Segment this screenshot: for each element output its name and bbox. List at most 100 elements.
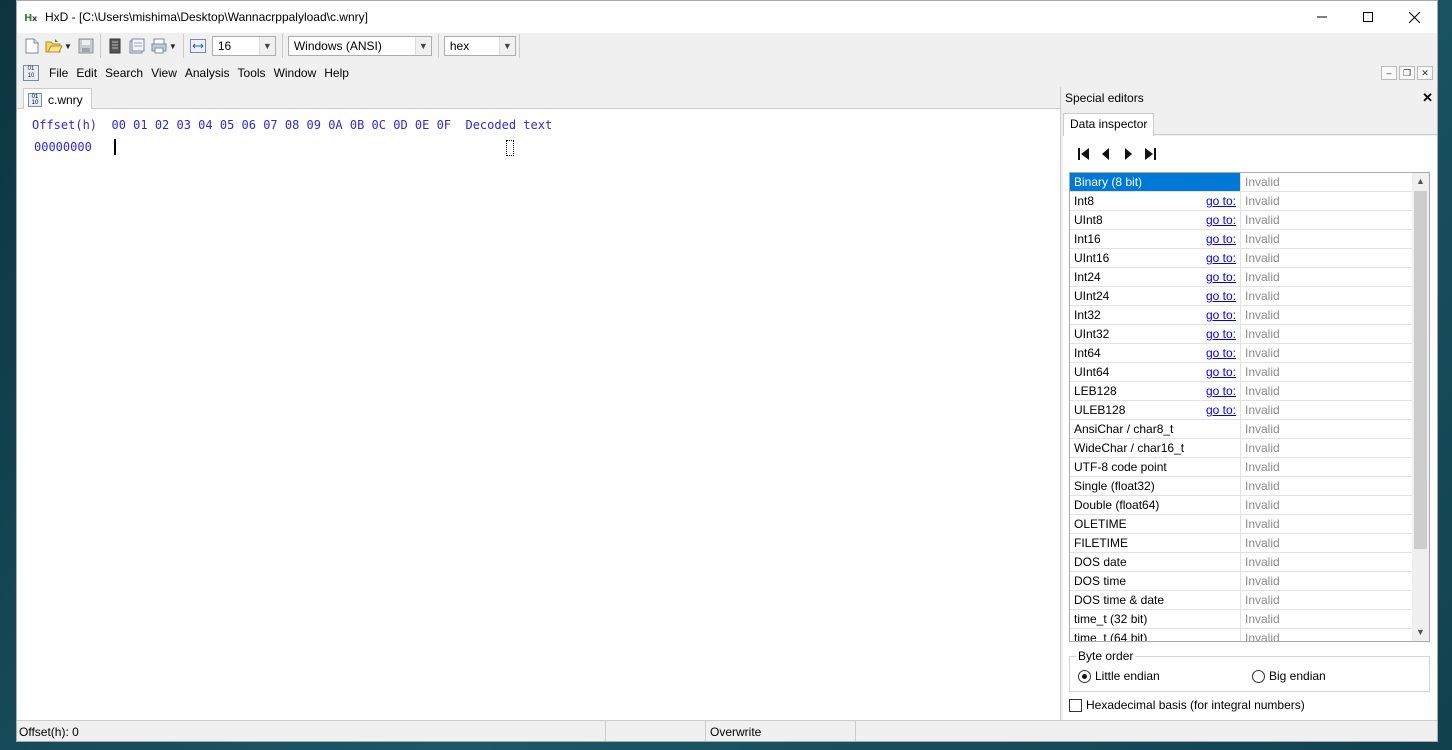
goto-link[interactable]: go to: <box>1206 401 1236 419</box>
inspector-row-value[interactable]: Invalid <box>1241 211 1412 229</box>
inspector-row[interactable]: UInt24 go to: Invalid <box>1070 287 1412 306</box>
open-dropdown-icon[interactable]: ▼ <box>64 42 72 51</box>
menu-search[interactable]: Search <box>101 62 147 84</box>
close-panel-button[interactable]: ✕ <box>1422 90 1433 106</box>
hex-basis-option[interactable]: Hexadecimal basis (for integral numbers) <box>1069 698 1305 712</box>
goto-link[interactable]: go to: <box>1206 249 1236 267</box>
chevron-down-icon[interactable]: ▼ <box>414 37 431 55</box>
menu-edit[interactable]: Edit <box>72 62 101 84</box>
menu-analysis[interactable]: Analysis <box>181 62 234 84</box>
mdi-minimize-button[interactable]: – <box>1381 66 1397 80</box>
scroll-thumb[interactable] <box>1414 191 1427 549</box>
menu-window[interactable]: Window <box>270 62 321 84</box>
inspector-row[interactable]: WideChar / char16_t Invalid <box>1070 439 1412 458</box>
offset-base-select[interactable]: hex ▼ <box>443 36 516 56</box>
big-endian-radio[interactable] <box>1252 669 1265 683</box>
inspector-row[interactable]: UInt64 go to: Invalid <box>1070 363 1412 382</box>
inspector-row-value[interactable]: Invalid <box>1241 553 1412 571</box>
inspector-row[interactable]: Int64 go to: Invalid <box>1070 344 1412 363</box>
chevron-down-icon[interactable]: ▼ <box>258 37 275 55</box>
goto-link[interactable]: go to: <box>1206 287 1236 305</box>
inspector-row-value[interactable]: Invalid <box>1241 306 1412 324</box>
inspector-row-value[interactable]: Invalid <box>1241 287 1412 305</box>
document-icon[interactable]: 01 10 <box>23 65 39 81</box>
inspector-row-value[interactable]: Invalid <box>1241 382 1412 400</box>
goto-link[interactable]: go to: <box>1206 382 1236 400</box>
inspector-scrollbar[interactable]: ▲ ▼ <box>1412 173 1429 641</box>
inspector-row-value[interactable]: Invalid <box>1241 325 1412 343</box>
mdi-restore-button[interactable]: ❐ <box>1399 66 1415 80</box>
inspector-row-value[interactable]: Invalid <box>1241 173 1412 191</box>
menu-help[interactable]: Help <box>320 62 353 84</box>
inspector-row[interactable]: Int24 go to: Invalid <box>1070 268 1412 287</box>
inspector-row-value[interactable]: Invalid <box>1241 534 1412 552</box>
inspector-row[interactable]: OLETIME Invalid <box>1070 515 1412 534</box>
inspector-row-value[interactable]: Invalid <box>1241 477 1412 495</box>
inspector-row[interactable]: time_t (64 bit) Invalid <box>1070 629 1412 641</box>
goto-link[interactable]: go to: <box>1206 325 1236 343</box>
previous-icon[interactable] <box>1095 146 1117 162</box>
scroll-up-icon[interactable]: ▲ <box>1412 173 1429 190</box>
inspector-row[interactable]: time_t (32 bit) Invalid <box>1070 610 1412 629</box>
inspector-row-value[interactable]: Invalid <box>1241 344 1412 362</box>
tab-c-wnry[interactable]: 01 10 c.wnry <box>23 88 92 110</box>
inspector-row[interactable]: LEB128 go to: Invalid <box>1070 382 1412 401</box>
hex-editor-view[interactable]: Offset(h) 00 01 02 03 04 05 06 07 08 09 … <box>17 109 1060 720</box>
inspector-row-value[interactable]: Invalid <box>1241 591 1412 609</box>
next-icon[interactable] <box>1117 146 1139 162</box>
inspector-row[interactable]: UInt8 go to: Invalid <box>1070 211 1412 230</box>
close-file-icon[interactable] <box>128 37 146 55</box>
charset-select[interactable]: Windows (ANSI) ▼ <box>287 36 432 56</box>
goto-link[interactable]: go to: <box>1206 268 1236 286</box>
little-endian-radio[interactable] <box>1078 669 1091 683</box>
inspector-row[interactable]: Int8 go to: Invalid <box>1070 192 1412 211</box>
close-window-button[interactable] <box>1391 1 1437 33</box>
bytes-per-row-select[interactable]: 16 ▼ <box>211 36 276 56</box>
inspector-row[interactable]: UInt32 go to: Invalid <box>1070 325 1412 344</box>
menu-view[interactable]: View <box>147 62 181 84</box>
inspector-row-value[interactable]: Invalid <box>1241 439 1412 457</box>
inspector-row[interactable]: ULEB128 go to: Invalid <box>1070 401 1412 420</box>
menu-file[interactable]: File <box>45 62 72 84</box>
tab-data-inspector[interactable]: Data inspector <box>1063 113 1155 136</box>
save-icon[interactable] <box>77 37 95 55</box>
inspector-row-value[interactable]: Invalid <box>1241 572 1412 590</box>
inspector-row-value[interactable]: Invalid <box>1241 458 1412 476</box>
inspector-row[interactable]: DOS time & date Invalid <box>1070 591 1412 610</box>
status-mode[interactable]: Overwrite <box>706 721 856 741</box>
last-icon[interactable] <box>1139 146 1161 162</box>
inspector-row-value[interactable]: Invalid <box>1241 496 1412 514</box>
file-info-icon[interactable] <box>106 37 124 55</box>
inspector-row[interactable]: Single (float32) Invalid <box>1070 477 1412 496</box>
print-dropdown-icon[interactable]: ▼ <box>169 42 177 51</box>
minimize-button[interactable] <box>1299 1 1345 33</box>
goto-link[interactable]: go to: <box>1206 363 1236 381</box>
inspector-row-value[interactable]: Invalid <box>1241 629 1412 641</box>
new-file-icon[interactable] <box>23 37 41 55</box>
goto-link[interactable]: go to: <box>1206 192 1236 210</box>
inspector-row-value[interactable]: Invalid <box>1241 192 1412 210</box>
inspector-row-value[interactable]: Invalid <box>1241 230 1412 248</box>
inspector-row[interactable]: FILETIME Invalid <box>1070 534 1412 553</box>
inspector-row[interactable]: DOS date Invalid <box>1070 553 1412 572</box>
inspector-row[interactable]: AnsiChar / char8_t Invalid <box>1070 420 1412 439</box>
inspector-row[interactable]: Int16 go to: Invalid <box>1070 230 1412 249</box>
print-icon[interactable] <box>150 37 168 55</box>
first-icon[interactable] <box>1073 146 1095 162</box>
inspector-row[interactable]: Int32 go to: Invalid <box>1070 306 1412 325</box>
inspector-row[interactable]: Binary (8 bit) Invalid <box>1070 173 1412 192</box>
little-endian-option[interactable]: Little endian <box>1078 669 1160 683</box>
inspector-row-value[interactable]: Invalid <box>1241 610 1412 628</box>
chevron-down-icon[interactable]: ▼ <box>498 37 515 55</box>
inspector-row-value[interactable]: Invalid <box>1241 363 1412 381</box>
goto-link[interactable]: go to: <box>1206 306 1236 324</box>
hex-basis-checkbox[interactable] <box>1069 698 1082 712</box>
inspector-row[interactable]: UTF-8 code point Invalid <box>1070 458 1412 477</box>
inspector-row-value[interactable]: Invalid <box>1241 515 1412 533</box>
goto-link[interactable]: go to: <box>1206 211 1236 229</box>
scroll-down-icon[interactable]: ▼ <box>1412 624 1429 641</box>
inspector-row-value[interactable]: Invalid <box>1241 401 1412 419</box>
goto-link[interactable]: go to: <box>1206 344 1236 362</box>
inspector-row-value[interactable]: Invalid <box>1241 249 1412 267</box>
open-file-icon[interactable] <box>45 37 63 55</box>
